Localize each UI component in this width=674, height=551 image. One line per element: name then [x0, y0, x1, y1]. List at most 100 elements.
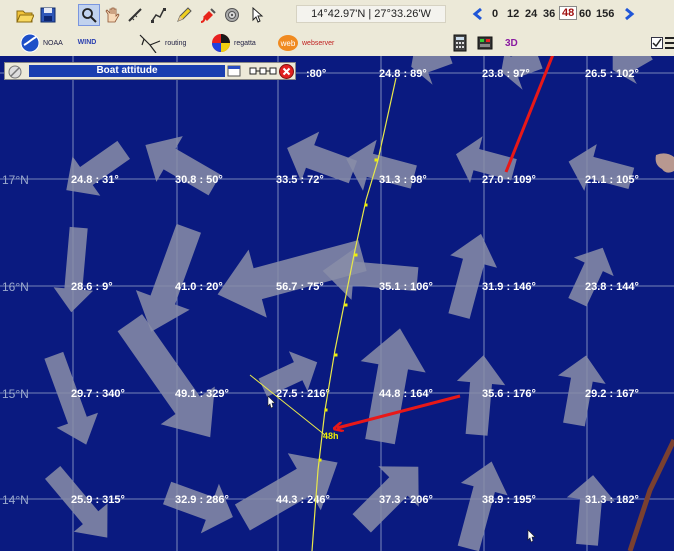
wind-arrows	[44, 56, 653, 551]
wind-arrow	[145, 136, 221, 196]
wind-label: WIND	[77, 39, 97, 46]
hour-36[interactable]: 36	[543, 8, 555, 20]
regatta-button[interactable]: regatta	[211, 33, 256, 53]
wind-speed-direction-label: 27.5 : 216°	[276, 388, 330, 400]
wind-speed-direction-label: 49.1 : 329°	[175, 388, 229, 400]
routing-label: routing	[165, 39, 187, 47]
noaa-label: NOAA	[43, 39, 63, 47]
pan-hand-icon[interactable]	[101, 4, 123, 26]
route-waypoint	[374, 158, 378, 162]
hour-48-selected[interactable]: 48	[559, 6, 578, 20]
wind-speed-direction-label: 31.3 : 182°	[585, 494, 639, 506]
panel-title: Boat attitude	[29, 65, 225, 77]
instruments-button[interactable]	[476, 33, 496, 53]
wind-speed-direction-label: 29.7 : 340°	[71, 388, 125, 400]
wind-speed-direction-label: 31.3 : 98°	[379, 174, 427, 186]
wind-arrow	[568, 247, 614, 307]
hour-24[interactable]: 24	[525, 8, 537, 20]
wind-speed-direction-label: 21.1 : 105°	[585, 174, 639, 186]
wind-speed-direction-label: 38.9 : 195°	[482, 494, 536, 506]
connection-icon[interactable]	[249, 66, 277, 77]
wind-arrow	[135, 223, 201, 332]
checkbox-icon	[651, 37, 663, 49]
map-canvas: :80° 24.8 : 89° 23.8 : 97° 26.5 : 102° 24.8 …	[0, 56, 674, 551]
wind-speed-direction-label: 32.9 : 286°	[175, 494, 229, 506]
webserver-icon: web	[278, 35, 298, 51]
secondary-toolbar: NOAA WIND routing regatta web webserver …	[0, 30, 674, 57]
wind-arrow	[457, 461, 508, 551]
route-waypoint	[334, 353, 338, 357]
wind-speed-direction-label: 35.6 : 176°	[482, 388, 536, 400]
wind-arrow	[448, 233, 497, 319]
wind-speed-direction-label: 37.3 : 206°	[379, 494, 433, 506]
dock-icon[interactable]	[227, 65, 241, 77]
wind-speed-direction-label: 25.9 : 315°	[71, 494, 125, 506]
chevron-right-icon[interactable]	[622, 7, 636, 21]
wind-arrow	[66, 140, 130, 196]
wind-speed-direction-label: 33.5 : 72°	[276, 174, 324, 186]
route-waypoint	[364, 203, 368, 207]
hour-0[interactable]: 0	[492, 8, 498, 20]
zoom-icon[interactable]	[78, 4, 100, 26]
svg-text:web: web	[280, 39, 296, 48]
wind-speed-direction-label: :80°	[306, 68, 326, 80]
latitude-label: 16°N	[2, 280, 29, 294]
no-entry-icon[interactable]	[8, 65, 22, 79]
wind-speed-direction-label: 44.8 : 164°	[379, 388, 433, 400]
wind-speed-direction-label: 44.3 : 246°	[276, 494, 330, 506]
instruments-icon	[477, 36, 493, 50]
noaa-icon	[20, 33, 40, 53]
wind-speed-direction-label: 41.0 : 20°	[175, 281, 223, 293]
webserver-label: webserver	[302, 39, 335, 47]
route-waypoint	[354, 253, 358, 257]
open-folder-icon[interactable]	[14, 4, 36, 26]
main-toolbar: 14°42.97'N | 27°33.26'W 0 12 24 36 48 60…	[0, 0, 674, 31]
routing-button[interactable]: routing	[138, 33, 186, 53]
paint-icon[interactable]	[197, 4, 219, 26]
noaa-button[interactable]: NOAA	[20, 33, 63, 53]
pencil-icon[interactable]	[173, 4, 195, 26]
webserver-button[interactable]: web webserver	[277, 33, 334, 53]
latitude-label: 14°N	[2, 493, 29, 507]
calculator-icon	[453, 34, 467, 52]
wind-arrow	[360, 328, 426, 445]
wind-speed-direction-label: 27.0 : 109°	[482, 174, 536, 186]
wind-arrow	[53, 226, 94, 313]
wind-speed-direction-label: 28.6 : 9°	[71, 281, 113, 293]
measure-icon[interactable]	[124, 4, 146, 26]
hand-cursor-icon	[267, 395, 276, 409]
wind-speed-direction-label: 23.8 : 144°	[585, 281, 639, 293]
chevron-left-icon[interactable]	[471, 7, 485, 21]
close-icon[interactable]	[279, 64, 294, 79]
wind-speed-direction-label: 24.8 : 31°	[71, 174, 119, 186]
wind-speed-direction-label: 24.8 : 89°	[379, 68, 427, 80]
save-disk-icon[interactable]	[37, 4, 59, 26]
hour-12[interactable]: 12	[507, 8, 519, 20]
route-icon[interactable]	[147, 4, 169, 26]
wind-speed-direction-label: 30.8 : 50°	[175, 174, 223, 186]
route-waypoint	[344, 303, 348, 307]
pointer-icon[interactable]	[247, 4, 269, 26]
routing-icon	[139, 34, 161, 53]
regatta-label: regatta	[234, 39, 256, 47]
wind-arrow	[117, 314, 215, 438]
wind-arrow	[163, 481, 233, 534]
wind-speed-direction-label: 35.1 : 106°	[379, 281, 433, 293]
hour-156[interactable]: 156	[596, 8, 614, 20]
hand-cursor-icon	[527, 529, 536, 543]
menu-icon[interactable]	[665, 33, 674, 53]
calculator-button[interactable]	[453, 33, 467, 53]
target-icon[interactable]	[221, 4, 243, 26]
checkbox[interactable]	[651, 33, 663, 53]
hour-60[interactable]: 60	[579, 8, 591, 20]
boat-attitude-panel: Boat attitude	[4, 62, 296, 80]
latitude-labels: 17°N 16°N 15°N 14°N	[2, 173, 29, 507]
wind-arrow	[234, 453, 338, 531]
three-d-button[interactable]: 3D	[505, 33, 518, 53]
weather-map[interactable]: :80° 24.8 : 89° 23.8 : 97° 26.5 : 102° 24.8 …	[0, 56, 674, 551]
latitude-label: 17°N	[2, 173, 29, 187]
route-waypoint	[318, 458, 322, 462]
boat-time-label: 48h	[323, 431, 339, 441]
wind-button[interactable]: WIND	[76, 33, 98, 53]
wind-arrow	[566, 475, 615, 546]
